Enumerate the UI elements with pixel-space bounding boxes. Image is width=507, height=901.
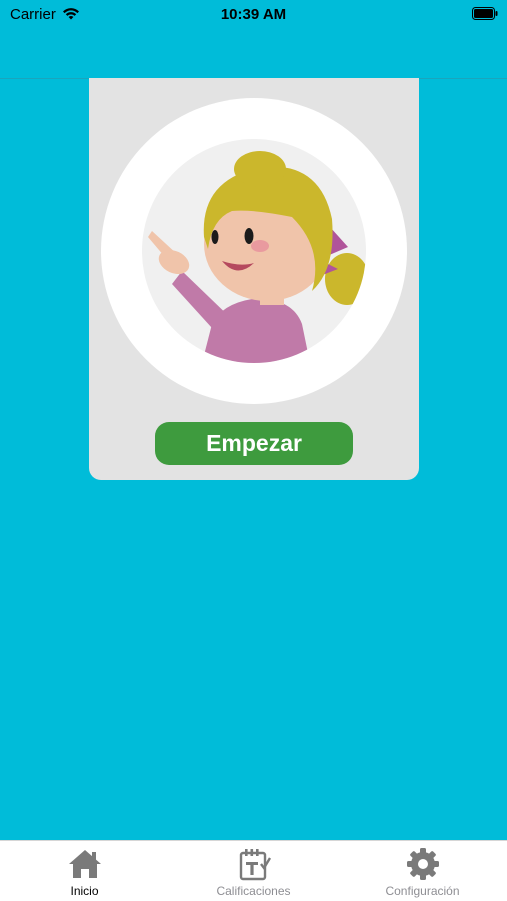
grades-calendar-icon — [239, 849, 271, 881]
tab-calificaciones[interactable]: Calificaciones — [169, 841, 338, 901]
battery-icon — [472, 7, 498, 20]
start-button[interactable]: Empezar — [155, 422, 353, 465]
tab-label-configuracion: Configuración — [385, 884, 460, 898]
status-bar: Carrier 10:39 AM — [0, 0, 507, 30]
avatar — [101, 98, 407, 404]
tab-configuracion[interactable]: Configuración — [338, 841, 507, 901]
girl-avatar-illustration — [142, 139, 366, 363]
start-card: Empezar — [89, 78, 419, 480]
tab-inicio[interactable]: Inicio — [0, 841, 169, 901]
tab-bar: Inicio Calificaciones Configuración — [0, 840, 507, 901]
tab-label-calificaciones: Calificaciones — [216, 884, 291, 898]
clock: 10:39 AM — [220, 6, 287, 23]
tab-label-inicio: Inicio — [70, 884, 99, 898]
gear-icon — [406, 848, 439, 880]
home-icon — [68, 850, 101, 878]
